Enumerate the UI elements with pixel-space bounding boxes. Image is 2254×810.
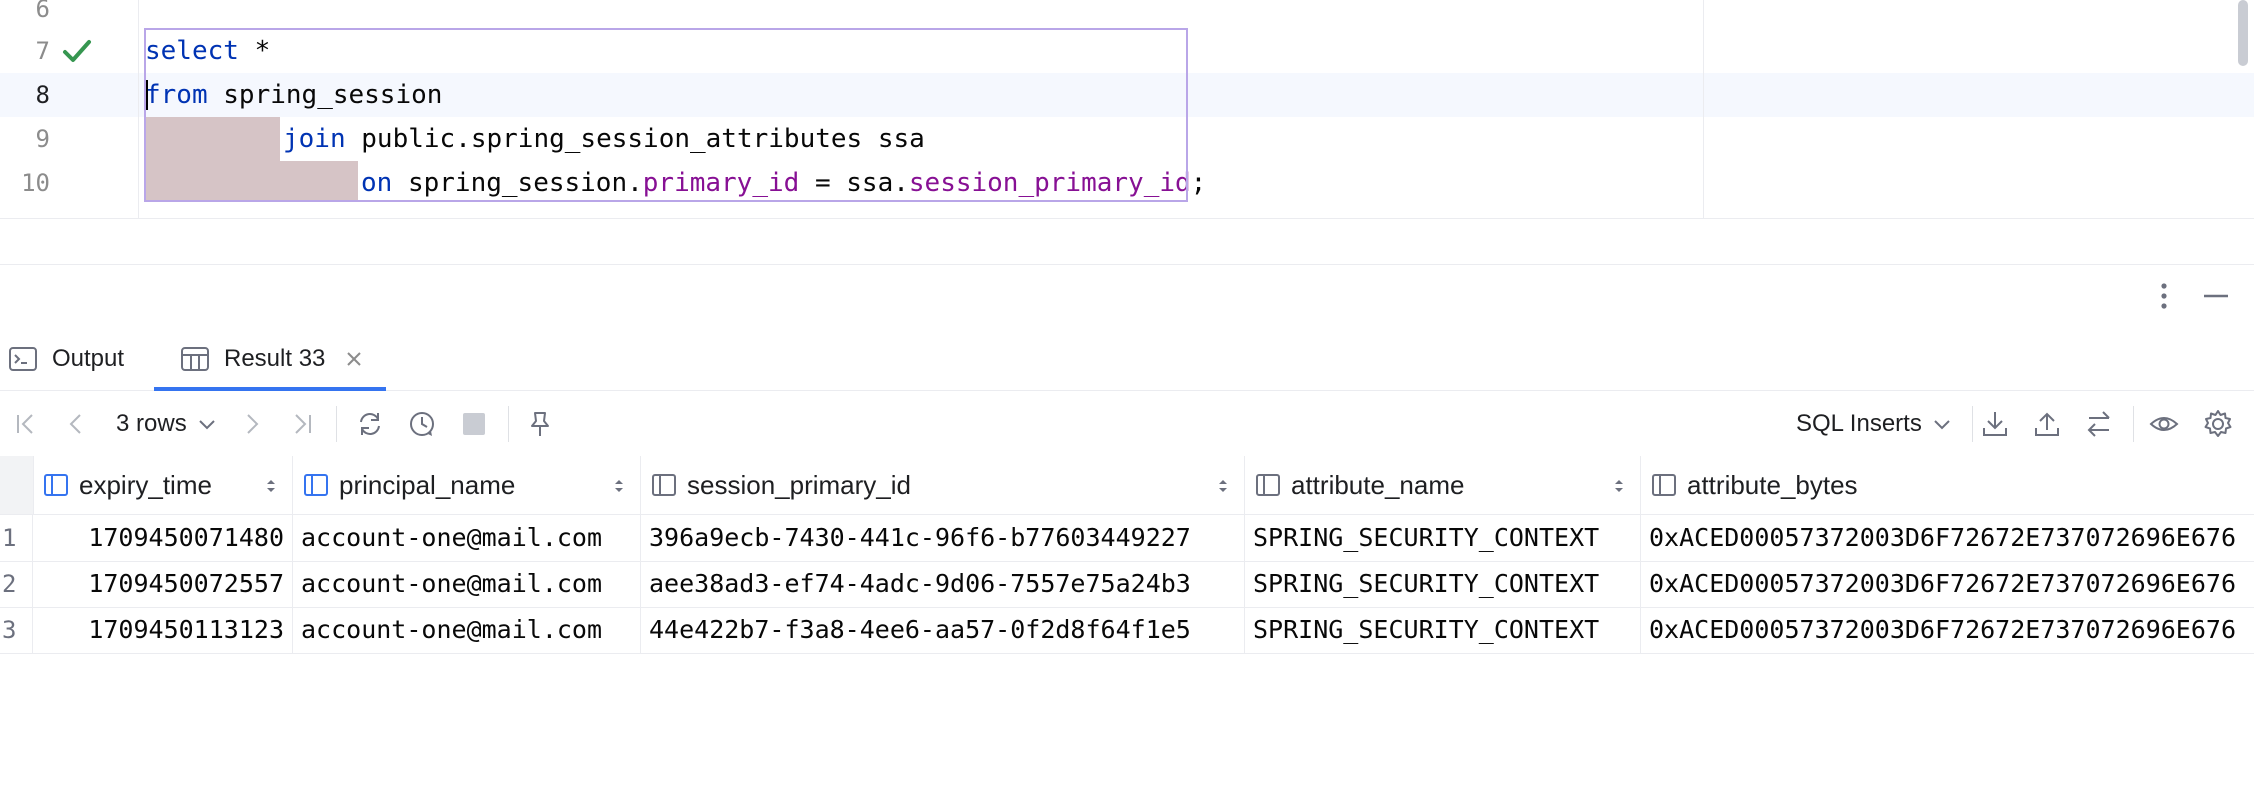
table-cell[interactable]: account-one@mail.com	[293, 515, 641, 561]
chevron-down-icon	[198, 420, 215, 430]
tab-result-33[interactable]: Result 33	[180, 328, 379, 390]
last-page-icon[interactable]	[286, 408, 318, 440]
column-header[interactable]: principal_name	[293, 456, 641, 514]
gutter-line[interactable]: 6	[0, 0, 138, 31]
previous-page-icon[interactable]	[60, 408, 92, 440]
column-name: session_primary_id	[687, 469, 911, 500]
row-count-label: 3 rows	[116, 410, 187, 437]
tab-output[interactable]: Output	[8, 328, 124, 390]
toolbar-separator	[508, 406, 509, 442]
table-cell[interactable]: 396a9ecb-7430-441c-96f6-b77603449227	[641, 515, 1245, 561]
column-icon	[44, 474, 68, 496]
gutter-separator	[138, 0, 139, 218]
toolbar-separator	[1972, 406, 1973, 442]
gutter-line[interactable]: 10	[0, 161, 138, 205]
sql-editor[interactable]: 6 7 8 9 10 select * from spring_session …	[0, 0, 2254, 219]
table-cell[interactable]: 1709450113123	[33, 607, 293, 653]
table-cell[interactable]: 0xACED00057372003D6F72672E737072696E676	[1641, 515, 2254, 561]
column-header[interactable]: expiry_time	[33, 456, 293, 514]
row-count-dropdown[interactable]: 3 rows	[116, 392, 217, 456]
column-icon	[1256, 474, 1280, 496]
table-cell[interactable]: 0xACED00057372003D6F72672E737072696E676	[1641, 561, 2254, 607]
table-cell[interactable]: 1709450071480	[33, 515, 293, 561]
statement-selection-box	[144, 28, 1188, 202]
table-cell[interactable]: account-one@mail.com	[293, 561, 641, 607]
gutter-line[interactable]: 9	[0, 117, 138, 161]
refresh-icon[interactable]	[354, 408, 386, 440]
more-options-icon[interactable]	[2147, 279, 2181, 313]
first-page-icon[interactable]	[10, 408, 42, 440]
tab-label: Result 33	[224, 345, 326, 372]
check-icon[interactable]	[62, 37, 92, 65]
column-header[interactable]: attribute_name	[1245, 456, 1641, 514]
table-cell[interactable]: account-one@mail.com	[293, 607, 641, 653]
line-number: 7	[35, 37, 50, 65]
sort-icon[interactable]	[264, 477, 278, 495]
tool-window-header	[0, 264, 2254, 327]
next-page-icon[interactable]	[236, 408, 268, 440]
row-number: 3	[0, 607, 33, 653]
stop-icon[interactable]	[458, 408, 490, 440]
column-icon	[1652, 474, 1676, 496]
column-name: attribute_bytes	[1687, 469, 1858, 500]
sort-icon[interactable]	[1216, 477, 1230, 495]
sort-icon[interactable]	[1612, 477, 1626, 495]
tab-label: Output	[52, 345, 125, 372]
gutter-line[interactable]: 8	[0, 73, 138, 117]
line-number: 10	[21, 169, 50, 197]
upload-icon[interactable]	[2031, 408, 2063, 440]
table-cell[interactable]: 1709450072557	[33, 561, 293, 607]
column-name: attribute_name	[1291, 469, 1465, 500]
toolbar-separator	[336, 406, 337, 442]
line-number: 9	[35, 125, 50, 153]
table-row[interactable]: 3 1709450113123 account-one@mail.com 44e…	[0, 607, 2254, 654]
result-toolbar: 3 rows SQL Inserts	[0, 392, 2254, 457]
grid-header-row: expiry_time principal_name session_prima…	[0, 456, 2254, 515]
toolbar-separator	[2133, 406, 2134, 442]
column-icon	[652, 474, 676, 496]
column-name: principal_name	[339, 469, 516, 500]
table-cell[interactable]: 44e422b7-f3a8-4ee6-aa57-0f2d8f64f1e5	[641, 607, 1245, 653]
compare-icon[interactable]	[2083, 408, 2115, 440]
chevron-down-icon	[1934, 420, 1950, 430]
row-number-header[interactable]	[0, 456, 34, 514]
line-number: 8	[35, 81, 50, 109]
column-header[interactable]: session_primary_id	[641, 456, 1245, 514]
active-tab-indicator	[154, 387, 386, 391]
column-icon	[304, 474, 328, 496]
column-header[interactable]: attribute_bytes	[1641, 456, 2254, 514]
table-icon	[181, 347, 209, 371]
export-format-dropdown[interactable]: SQL Inserts	[1796, 392, 1952, 456]
settings-gear-icon[interactable]	[2202, 408, 2234, 440]
table-cell[interactable]: SPRING_SECURITY_CONTEXT	[1245, 515, 1641, 561]
column-name: expiry_time	[79, 469, 212, 500]
close-icon[interactable]	[343, 348, 365, 370]
editor-scrollbar[interactable]	[2238, 0, 2248, 66]
table-cell[interactable]: 0xACED00057372003D6F72672E737072696E676	[1641, 607, 2254, 653]
export-format-label: SQL Inserts	[1796, 410, 1922, 437]
console-icon	[9, 347, 37, 371]
table-cell[interactable]: aee38ad3-ef74-4adc-9d06-7557e75a24b3	[641, 561, 1245, 607]
sort-icon[interactable]	[612, 477, 626, 495]
row-number: 1	[0, 515, 33, 561]
result-tabs: Output Result 33	[0, 328, 2254, 391]
table-cell[interactable]: SPRING_SECURITY_CONTEXT	[1245, 561, 1641, 607]
row-number: 2	[0, 561, 33, 607]
right-margin-guide	[1703, 0, 1704, 218]
table-cell[interactable]: SPRING_SECURITY_CONTEXT	[1245, 607, 1641, 653]
history-clock-icon[interactable]	[406, 408, 438, 440]
gutter-line[interactable]: 7	[0, 29, 138, 73]
pin-icon[interactable]	[524, 408, 556, 440]
download-icon[interactable]	[1979, 408, 2011, 440]
line-number: 6	[35, 0, 50, 23]
minimize-icon[interactable]	[2199, 279, 2233, 313]
table-row[interactable]: 1 1709450071480 account-one@mail.com 396…	[0, 515, 2254, 562]
code-text: ;	[1190, 168, 1207, 198]
view-eye-icon[interactable]	[2148, 408, 2180, 440]
table-row[interactable]: 2 1709450072557 account-one@mail.com aee…	[0, 561, 2254, 608]
